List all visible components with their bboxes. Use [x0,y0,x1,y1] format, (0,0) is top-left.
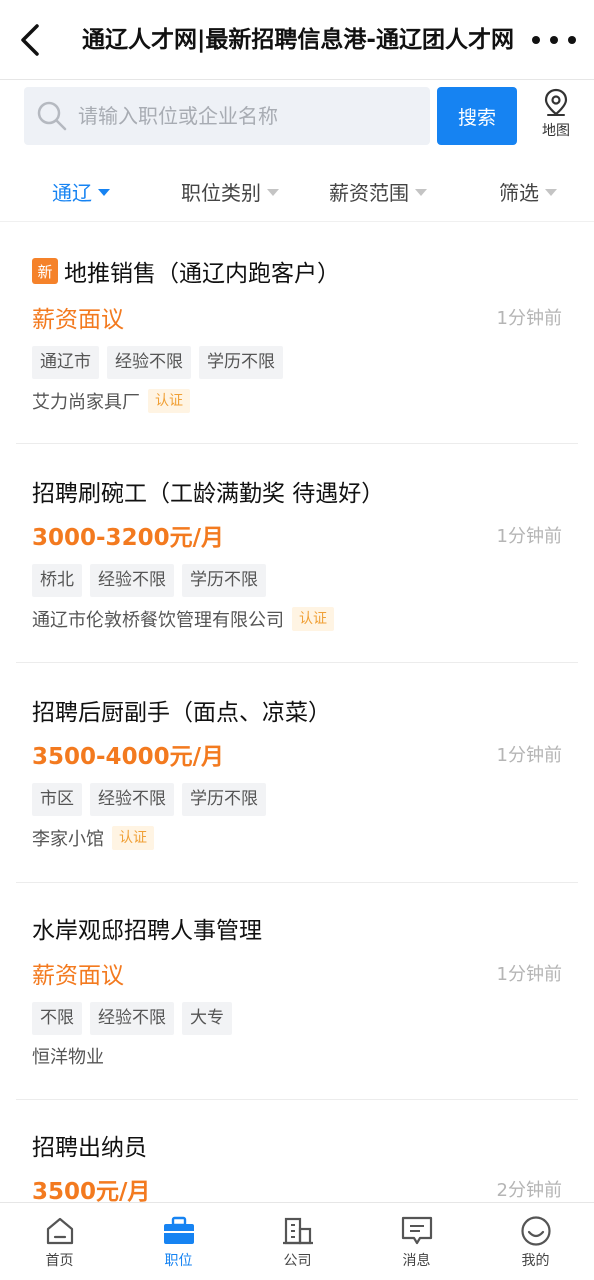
map-button[interactable]: 地图 [530,88,582,144]
tab-company[interactable]: 公司 [238,1203,357,1280]
tab-profile[interactable]: 我的 [476,1203,594,1280]
job-item[interactable]: 水岸观邸招聘人事管理 薪资面议 1分钟前 不限 经验不限 大专 恒洋物业 [16,883,578,1100]
tab-label: 职位 [164,1253,193,1269]
search-input[interactable] [78,104,418,128]
job-tags: 通辽市 经验不限 学历不限 [32,346,291,379]
job-title-text: 水岸观邸招聘人事管理 [32,918,262,944]
company-text: 通辽市伦敦桥餐饮管理有限公司 [32,610,284,631]
caret-down-icon [545,188,557,196]
job-tag: 经验不限 [107,346,191,379]
new-badge: 新 [32,258,58,284]
job-title: 招聘刷碗工（工龄满勤奖 待遇好） [32,474,384,508]
company-text: 艾力尚家具厂 [32,392,140,413]
job-salary: 3500-4000元/月 [32,744,224,770]
filter-label: 筛选 [499,180,539,205]
filter-bar: 通辽 职位类别 薪资范围 筛选 [0,160,594,222]
filter-label: 通辽 [52,180,92,205]
company-text: 恒洋物业 [32,1047,104,1068]
job-title-text: 招聘后厨副手（面点、凉菜） [32,700,331,726]
caret-down-icon [267,188,279,196]
job-tags: 桥北 经验不限 学历不限 [32,564,274,597]
job-time: 2分钟前 [496,1180,562,1201]
certified-badge: 认证 [112,826,154,850]
tab-messages[interactable]: 消息 [357,1203,476,1280]
filter-salary-range[interactable]: 薪资范围 [329,174,427,208]
tab-label: 首页 [45,1253,74,1269]
tab-label: 消息 [402,1253,431,1269]
job-tag: 大专 [182,1002,232,1035]
company-name: 恒洋物业 [32,1043,104,1069]
job-title-text: 地推销售（通辽内跑客户） [64,261,340,287]
job-tag: 经验不限 [90,1002,174,1035]
company-name: 艾力尚家具厂 认证 [32,388,190,414]
job-tag: 学历不限 [182,783,266,816]
caret-down-icon [415,188,427,196]
job-item[interactable]: 新地推销售（通辽内跑客户） 薪资面议 1分钟前 通辽市 经验不限 学历不限 艾力… [16,228,578,444]
job-tag: 不限 [32,1002,82,1035]
job-title: 新地推销售（通辽内跑客户） [32,254,340,288]
job-tag: 学历不限 [182,564,266,597]
tab-home[interactable]: 首页 [0,1203,119,1280]
building-icon [282,1217,313,1245]
job-tag: 学历不限 [199,346,283,379]
job-tag: 通辽市 [32,346,99,379]
page-title: 通辽人才网|最新招聘信息港-通辽团人才网 [82,27,514,53]
job-salary: 薪资面议 [32,963,124,989]
company-text: 李家小馆 [32,829,104,850]
bottom-tab-bar: 首页 职位 公司 消息 我的 [0,1202,594,1280]
job-item[interactable]: 招聘后厨副手（面点、凉菜） 3500-4000元/月 1分钟前 市区 经验不限 … [16,663,578,883]
caret-down-icon [98,188,110,196]
tab-label: 公司 [283,1253,312,1269]
company-name: 李家小馆 认证 [32,825,154,851]
job-item[interactable]: 招聘出纳员 3500元/月 2分钟前 [16,1100,578,1205]
tab-jobs[interactable]: 职位 [119,1203,238,1280]
job-tags: 市区 经验不限 学历不限 [32,783,274,816]
search-button[interactable]: 搜索 [437,87,517,145]
job-title-text: 招聘刷碗工（工龄满勤奖 待遇好） [32,481,385,507]
top-navbar: 通辽人才网|最新招聘信息港-通辽团人才网 [0,0,594,80]
more-dot [550,36,558,44]
job-time: 1分钟前 [496,745,562,766]
filter-city[interactable]: 通辽 [52,174,110,208]
certified-badge: 认证 [148,389,190,413]
company-name: 通辽市伦敦桥餐饮管理有限公司 认证 [32,606,334,632]
smile-icon [520,1216,551,1246]
map-pin-icon [544,88,568,116]
more-dot [568,36,576,44]
job-tag: 经验不限 [90,783,174,816]
tab-label: 我的 [521,1253,550,1269]
more-button[interactable] [532,26,576,54]
job-salary: 薪资面议 [32,307,124,333]
job-title: 水岸观邸招聘人事管理 [32,911,262,945]
filter-more[interactable]: 筛选 [499,174,557,208]
search-box [24,87,430,145]
job-title-text: 招聘出纳员 [32,1135,147,1161]
filter-label: 薪资范围 [329,180,409,205]
certified-badge: 认证 [292,607,334,631]
message-icon [401,1216,432,1245]
briefcase-icon [163,1216,194,1244]
chevron-left-icon [21,24,39,56]
back-button[interactable] [14,18,46,62]
search-icon [37,101,67,131]
job-tag: 经验不限 [90,564,174,597]
job-time: 1分钟前 [496,526,562,547]
job-time: 1分钟前 [496,964,562,985]
job-salary: 3000-3200元/月 [32,525,224,551]
more-dot [532,36,540,44]
job-time: 1分钟前 [496,308,562,329]
filter-job-category[interactable]: 职位类别 [181,174,279,208]
job-tag: 市区 [32,783,82,816]
job-title: 招聘出纳员 [32,1128,147,1162]
job-tag: 桥北 [32,564,82,597]
job-tags: 不限 经验不限 大专 [32,1002,240,1035]
job-salary: 3500元/月 [32,1179,151,1205]
home-icon [46,1217,73,1245]
job-title: 招聘后厨副手（面点、凉菜） [32,693,331,727]
filter-label: 职位类别 [181,180,261,205]
map-label: 地图 [542,123,570,139]
job-item[interactable]: 招聘刷碗工（工龄满勤奖 待遇好） 3000-3200元/月 1分钟前 桥北 经验… [16,444,578,663]
